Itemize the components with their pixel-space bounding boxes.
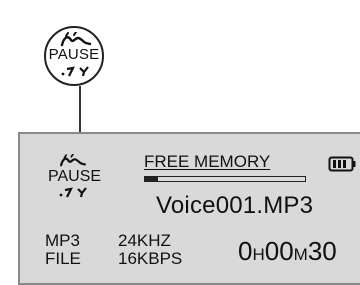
pause-marks-icon (59, 187, 87, 198)
free-memory-fill (145, 177, 158, 181)
format-kind: FILE (45, 249, 81, 268)
pause-marks-icon (61, 66, 89, 77)
time-minutes-unit: M (293, 245, 308, 264)
pause-status-icon: PAUSE (48, 154, 102, 202)
free-memory-bar (144, 176, 306, 182)
free-memory-label: FREE MEMORY (144, 152, 271, 171)
sample-rate: 24KHZ (118, 231, 171, 250)
format-type: MP3 (45, 231, 80, 250)
lcd-display: PAUSE FREE MEMORY Voice001.MP3 MP3 FILE … (18, 132, 360, 285)
bit-rate: 16KBPS (118, 249, 183, 268)
time-seconds: 30 (307, 236, 337, 266)
file-name: Voice001.MP3 (156, 192, 314, 219)
elapsed-time: 0H00M30 (238, 236, 337, 267)
pause-glyph-icon (59, 154, 87, 167)
file-format: MP3 FILE (45, 232, 81, 268)
time-hours: 0 (238, 236, 253, 266)
pause-callout-label: PAUSE (48, 46, 100, 63)
time-hours-unit: H (252, 245, 265, 264)
audio-rate: 24KHZ 16KBPS (118, 232, 182, 268)
pause-callout: PAUSE (44, 26, 104, 86)
time-minutes: 00 (264, 236, 294, 266)
battery-icon (328, 156, 356, 172)
pause-status-label: PAUSE (48, 168, 102, 185)
